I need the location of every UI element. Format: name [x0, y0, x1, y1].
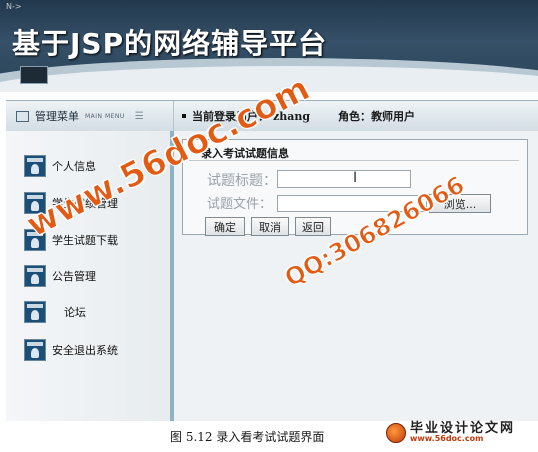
user-icon [24, 229, 46, 251]
sidebar-item-label: 学生试题下载 [52, 234, 118, 247]
menu-subtitle: MAIN MENU [85, 112, 125, 120]
file-label: 试题文件： [207, 197, 273, 212]
back-button[interactable]: 返回 [295, 217, 331, 236]
bullet-icon [182, 114, 186, 118]
sidebar-item-exam-download[interactable]: 学生试题下载 [24, 229, 118, 251]
sidebar: 个人信息 学生成绩管理 学生试题下载 公告管理 论坛 安全退出系统 [6, 131, 174, 421]
text-cursor-icon: I [353, 170, 358, 186]
role-value: 教师用户 [371, 110, 416, 123]
menu-window-icon [16, 110, 29, 122]
title-input[interactable] [277, 170, 411, 188]
current-user-value: zhang [273, 109, 311, 123]
user-info: 当前登录用户： zhang 角色： 教师用户 [182, 101, 415, 131]
menu-header: 管理菜单 MAIN MENU ☰ [6, 101, 174, 131]
corner-mark: N-> [6, 2, 22, 11]
menu-title: 管理菜单 [35, 110, 79, 123]
user-icon [24, 155, 46, 177]
sidebar-item-label: 个人信息 [52, 160, 96, 173]
main-content: 录入考试试题信息 试题标题： I 试题文件： 浏览... 确定 取消 返回 [174, 131, 538, 421]
browse-button[interactable]: 浏览... [429, 194, 491, 213]
sidebar-item-label: 公告管理 [52, 270, 96, 283]
current-user-label: 当前登录用户： [192, 110, 269, 123]
sidebar-item-forum[interactable]: 论坛 [24, 301, 86, 323]
user-icon [24, 192, 46, 214]
sidebar-item-announcements[interactable]: 公告管理 [24, 265, 96, 287]
banner-title: 基于JSP的网络辅导平台 [12, 27, 328, 60]
cancel-button[interactable]: 取消 [251, 217, 289, 236]
sidebar-item-label: 学生成绩管理 [52, 197, 118, 210]
sidebar-item-label: 安全退出系统 [52, 344, 118, 357]
figure-caption: 图 5.12 录入看考试试题界面 [170, 430, 325, 444]
file-input[interactable] [277, 195, 427, 212]
monitor-icon [20, 66, 48, 84]
user-icon [24, 301, 46, 323]
title-label: 试题标题： [207, 173, 277, 189]
confirm-button[interactable]: 确定 [205, 217, 245, 236]
exam-entry-panel: 录入考试试题信息 试题标题： I 试题文件： 浏览... 确定 取消 返回 [182, 139, 528, 236]
user-icon [24, 339, 46, 361]
panel-divider [189, 160, 519, 161]
site-logo: 毕业设计论文网 www.56doc.com [386, 422, 515, 443]
sidebar-item-label: 论坛 [64, 306, 86, 319]
logo-circle-icon [386, 422, 406, 443]
logo-url-text: www.56doc.com [410, 434, 484, 443]
banner: N-> 基于JSP的网络辅导平台 [0, 0, 538, 92]
header-bar: 管理菜单 MAIN MENU ☰ 当前登录用户： zhang 角色： 教师用户 [6, 100, 538, 132]
panel-title: 录入考试试题信息 [201, 147, 289, 160]
sidebar-item-personal-info[interactable]: 个人信息 [24, 155, 96, 177]
sidebar-item-grade-management[interactable]: 学生成绩管理 [24, 192, 118, 214]
menu-lines-icon: ☰ [134, 110, 144, 122]
role-label: 角色： [338, 110, 372, 123]
logo-text: 毕业设计论文网 www.56doc.com [410, 422, 515, 443]
sidebar-item-logout[interactable]: 安全退出系统 [24, 339, 118, 361]
user-icon [24, 265, 46, 287]
